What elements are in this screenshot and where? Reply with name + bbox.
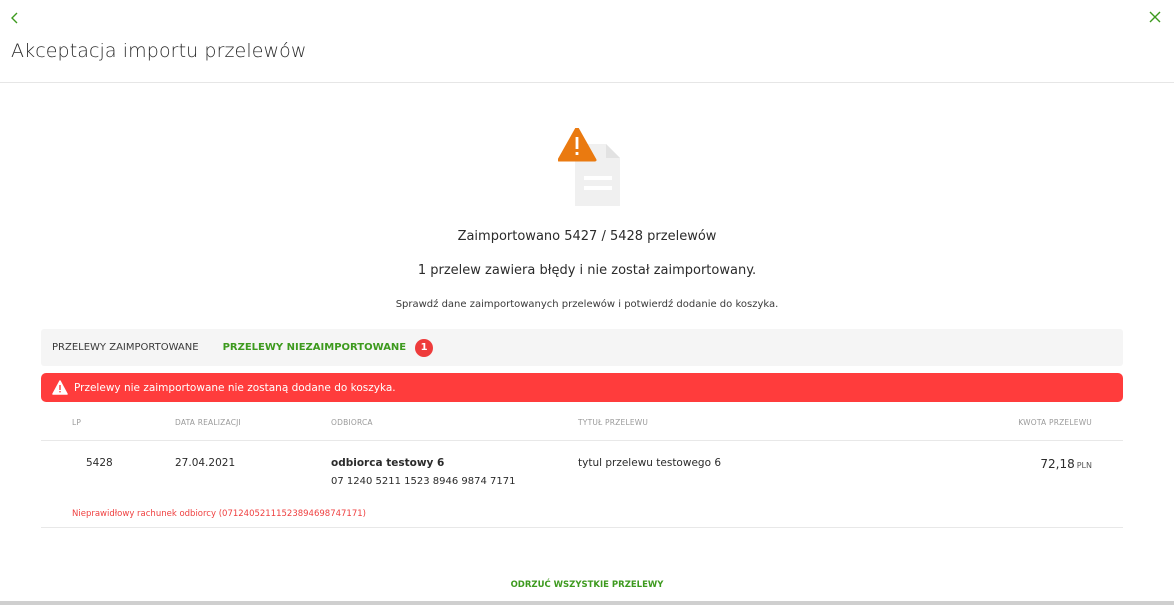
import-summary: Zaimportowano 5427 / 5428 przelewów — [457, 229, 717, 244]
column-header-amount: KWOTA PRZELEWU — [1018, 418, 1092, 427]
document-warning-icon — [557, 126, 638, 208]
cell-recipient-name: odbiorca testowy 6 — [331, 457, 445, 469]
amount-currency: PLN — [1076, 461, 1092, 470]
column-header-date: DATA REALIZACJI — [175, 418, 241, 427]
table-header-divider — [41, 440, 1123, 441]
page-title: Akceptacja importu przelewów — [11, 40, 307, 62]
close-button[interactable] — [1148, 9, 1162, 23]
cell-lp: 5428 — [86, 457, 113, 469]
column-header-lp: LP — [72, 418, 82, 427]
amount-value: 72,18 — [1040, 457, 1075, 471]
import-hint: Sprawdź dane zaimportowanych przelewów i… — [395, 299, 779, 310]
warning-icon — [52, 380, 68, 395]
chevron-left-icon — [11, 12, 18, 24]
cell-recipient-account: 07 1240 5211 1523 8946 9874 7171 — [331, 476, 516, 487]
row-error-message: Nieprawidłowy rachunek odbiorcy (0712405… — [72, 509, 366, 519]
alert-text: Przelewy nie zaimportowane nie zostaną d… — [74, 381, 396, 394]
tab-not-imported-label: PRZELEWY NIEZAIMPORTOWANE — [222, 342, 407, 353]
count-badge: 1 — [415, 338, 434, 357]
table-row-divider — [41, 527, 1123, 528]
cell-date: 27.04.2021 — [175, 457, 236, 469]
cell-title: tytul przelewu testowego 6 — [578, 457, 722, 469]
cell-amount: 72,18 PLN — [1040, 457, 1092, 471]
import-error-summary: 1 przelew zawiera błędy i nie został zai… — [417, 263, 757, 278]
header-divider — [0, 82, 1174, 83]
tab-not-imported[interactable]: PRZELEWY NIEZAIMPORTOWANE 1 — [222, 338, 434, 357]
column-header-title: TYTUŁ PRZELEWU — [578, 418, 649, 427]
bottom-scrollbar[interactable] — [0, 601, 1174, 605]
back-button[interactable] — [8, 10, 22, 24]
tab-imported[interactable]: PRZELEWY ZAIMPORTOWANE — [52, 342, 199, 353]
close-icon — [1149, 11, 1161, 23]
transfer-tabs: PRZELEWY ZAIMPORTOWANE PRZELEWY NIEZAIMP… — [41, 329, 1123, 366]
error-alert: Przelewy nie zaimportowane nie zostaną d… — [41, 373, 1123, 402]
column-header-recipient: ODBIORCA — [331, 418, 373, 427]
reject-all-button[interactable]: ODRZUĆ WSZYSTKIE PRZELEWY — [0, 580, 1174, 590]
